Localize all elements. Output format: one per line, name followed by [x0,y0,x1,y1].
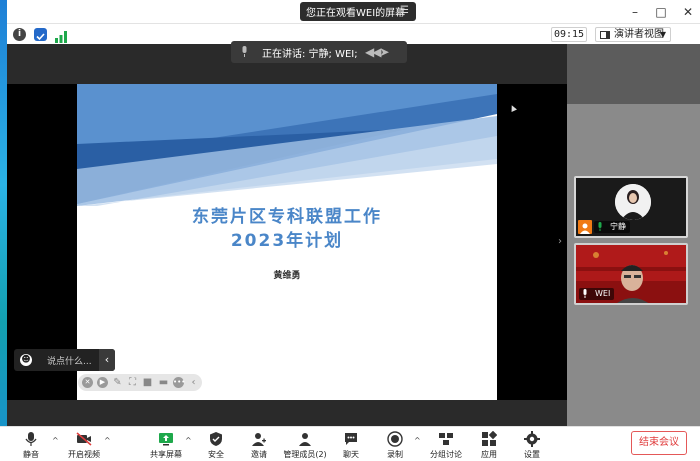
participants-button[interactable]: 管理成员(2) [283,427,327,461]
close-annotation-icon[interactable]: ✕ [82,377,93,388]
record-label: 录制 [387,450,403,459]
invite-label: 邀请 [251,450,267,459]
participant-video [615,184,651,220]
breakout-rooms-icon [439,433,453,445]
participant-name-tag: 宁静 [594,221,630,233]
breakout-rooms-label: 分组讨论 [430,450,462,459]
screenshot-icon[interactable]: ⛶ [127,377,138,388]
mute-options-caret[interactable]: ^ [52,436,59,445]
minimize-button[interactable]: – [627,4,643,20]
signal-strength-icon[interactable] [54,28,68,43]
quick-chat-input[interactable]: ☻ 说点什么... ‹ [14,349,115,371]
meeting-toolbar: 静音 ^ 开启视频 ^ 共享屏幕 ^ 安全 邀请 管理成员(2) 聊天 录制 ^… [0,426,700,461]
start-video-button[interactable]: 开启视频 [62,427,106,461]
microphone-icon [25,432,37,446]
share-screen-button[interactable]: 共享屏幕 [146,427,186,461]
record-icon [387,431,403,447]
speaking-label: 正在讲话: 宁静; WEI; [262,48,358,60]
pen-icon[interactable]: ✎ [112,377,123,388]
more-icon[interactable]: ••• [173,377,185,388]
camera-icon[interactable]: ■ [142,377,153,388]
settings-button[interactable]: 设置 [517,427,547,461]
shield-icon [210,432,222,446]
start-video-label: 开启视频 [68,450,100,459]
participant-name-tag: WEI [579,288,615,300]
title-bar: 您正在观看WEI的屏幕 ☰ – □ ✕ [7,0,700,24]
banner-menu-icon[interactable]: ☰ [400,5,409,16]
participant-tile[interactable]: 宁静 [574,176,688,238]
microphone-icon [583,289,587,298]
microphone-icon [242,46,247,57]
participant-name: WEI [595,289,611,298]
chat-icon [345,433,357,445]
mute-label: 静音 [23,450,39,459]
share-screen-icon [159,433,173,446]
chevron-down-icon: ▼ [659,30,666,39]
apps-label: 应用 [481,450,497,459]
view-mode-dropdown[interactable]: 演讲者视图 ▼ [595,27,671,42]
emoji-icon[interactable]: ☻ [20,354,32,366]
chat-button[interactable]: 聊天 [336,427,366,461]
participant-tile[interactable]: WEI [574,243,688,305]
video-options-caret[interactable]: ^ [104,436,111,445]
slide-subtitle: 2023年计划 [230,231,344,251]
chat-placeholder: 说点什么... [47,357,92,367]
chat-label: 聊天 [343,450,359,459]
security-button[interactable]: 安全 [200,427,232,461]
record-button[interactable]: 录制 [380,427,410,461]
end-meeting-button[interactable]: 结束会议 [631,431,687,455]
shield-icon[interactable] [34,28,47,41]
desktop-background [0,0,7,461]
participants-label: 管理成员(2) [283,450,327,459]
active-speaker-indicator: 正在讲话: 宁静; WEI; ◀◀➤ [231,41,407,63]
apps-button[interactable]: 应用 [474,427,504,461]
mute-button[interactable]: 静音 [14,427,48,461]
share-screen-label: 共享屏幕 [150,450,182,459]
record-options-caret[interactable]: ^ [414,436,421,445]
play-icon[interactable]: ▶ [97,377,108,388]
annotation-toolbar: ✕ ▶ ✎ ⛶ ■ ▬ ••• ‹ [78,374,202,391]
slide-author: 黄维勇 [273,271,301,281]
apps-icon [482,431,497,446]
participants-icon [299,433,311,446]
meeting-window: 您正在观看WEI的屏幕 ☰ – □ ✕ i 09:15 演讲者视图 ▼ 正在讲话… [0,0,700,461]
close-window-button[interactable]: ✕ [680,4,696,20]
annotate-arrows-icon[interactable]: ◀◀➤ [365,45,389,59]
view-mode-label: 演讲者视图 [614,29,664,40]
share-options-caret[interactable]: ^ [185,436,192,445]
participant-panel-header [567,44,700,104]
meeting-timer: 09:15 [551,27,587,42]
gear-icon [524,431,540,447]
share-banner-text: 您正在观看WEI的屏幕 [306,8,406,19]
info-icon[interactable]: i [13,28,26,41]
settings-label: 设置 [524,450,540,459]
screen-share-banner[interactable]: 您正在观看WEI的屏幕 ☰ [300,2,416,21]
slide-title: 东莞片区专科联盟工作 [192,207,382,227]
security-label: 安全 [208,450,224,459]
presentation-slide: 东莞片区专科联盟工作 2023年计划 黄维勇 [77,84,497,400]
maximize-button[interactable]: □ [653,4,669,20]
chevron-right-icon[interactable]: › [558,236,562,247]
chat-bubble-icon[interactable]: ▬ [158,377,169,388]
speaker-view-icon [600,31,610,39]
breakout-rooms-button[interactable]: 分组讨论 [426,427,466,461]
collapse-chat-icon[interactable]: ‹ [99,349,115,371]
invite-button[interactable]: 邀请 [243,427,275,461]
participant-name: 宁静 [610,222,626,231]
host-person-icon [578,220,592,234]
collapse-toolbar-icon[interactable]: ‹ [188,377,199,388]
video-off-icon [76,432,92,446]
add-person-icon [252,433,266,446]
microphone-icon [598,222,602,231]
